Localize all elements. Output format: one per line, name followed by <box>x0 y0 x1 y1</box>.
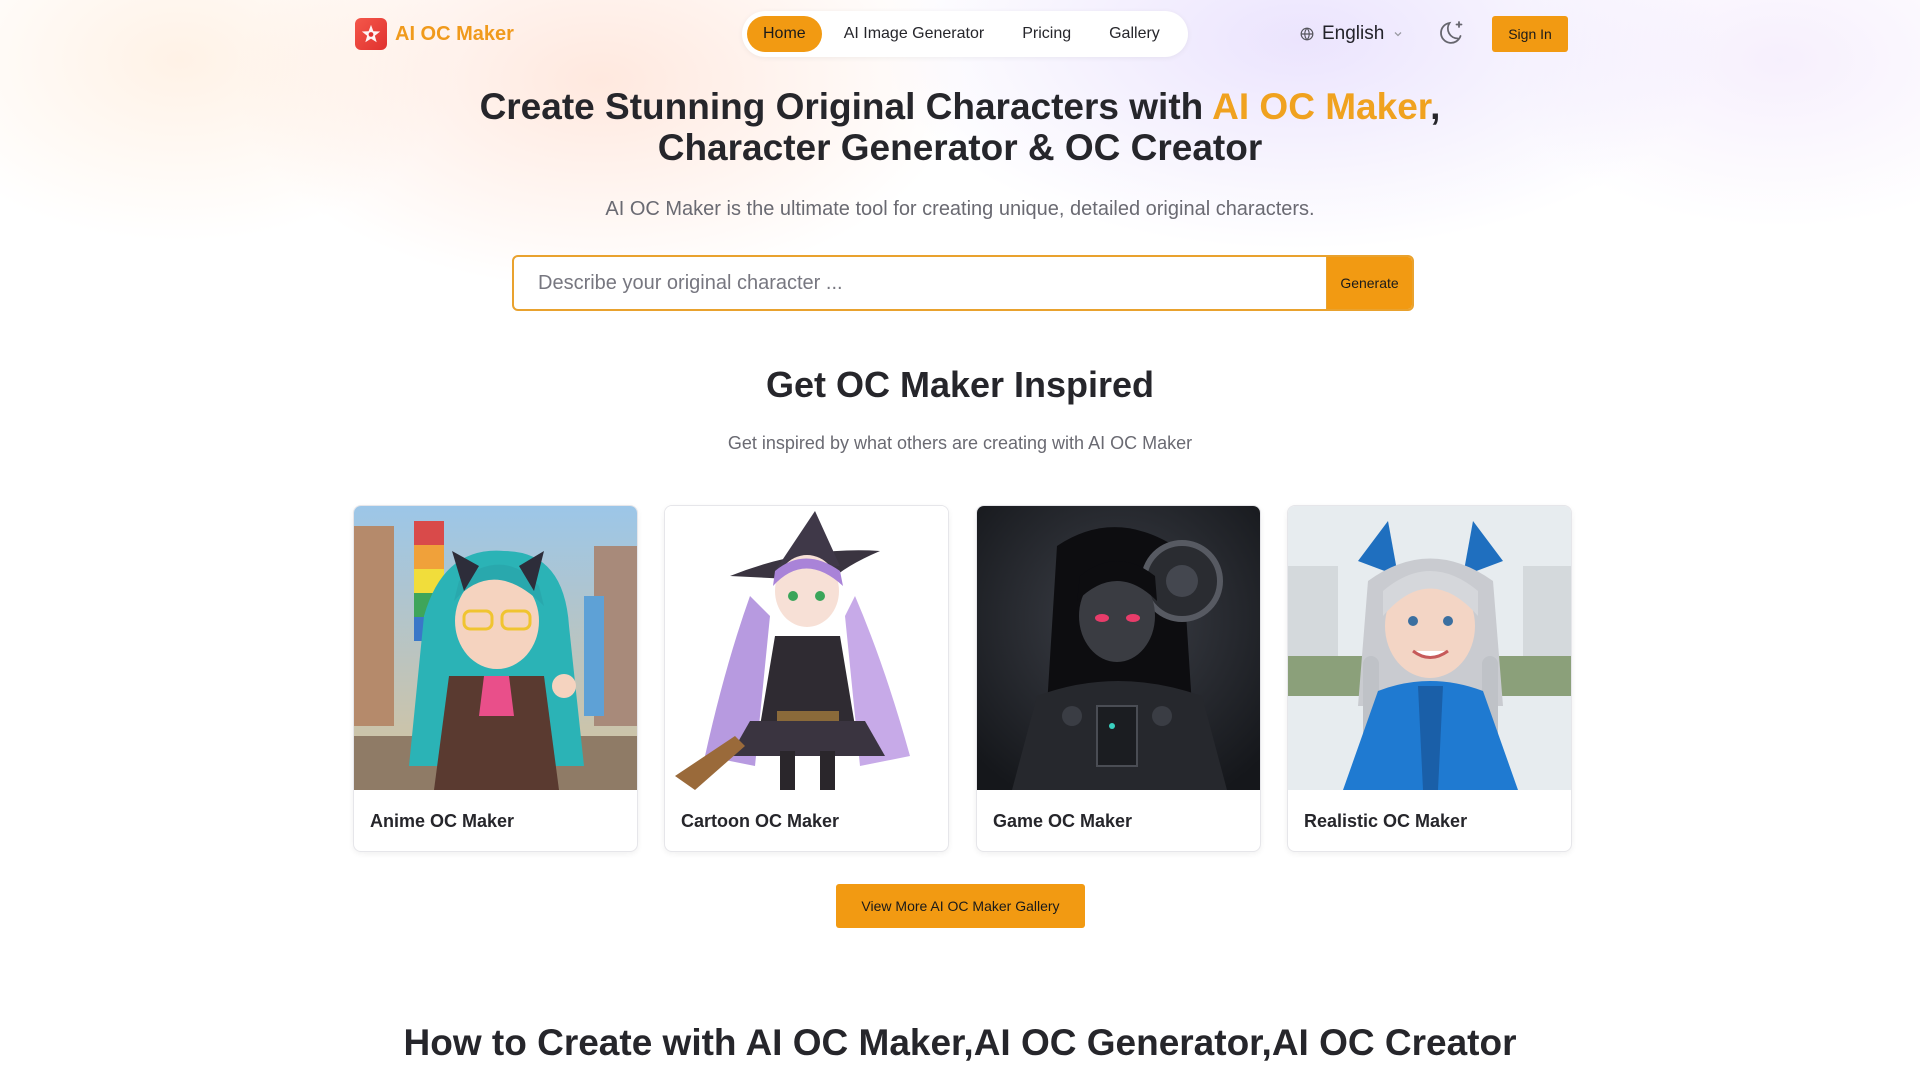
nav-ai-image-generator[interactable]: AI Image Generator <box>828 16 1001 52</box>
logo-link[interactable]: AI OC Maker <box>355 18 514 50</box>
card-label: Anime OC Maker <box>370 810 515 831</box>
moon-sparkle-icon <box>1440 21 1463 44</box>
nav-pricing[interactable]: Pricing <box>1006 16 1087 52</box>
site-header: AI OC Maker Home AI Image Generator Pric… <box>0 0 1920 68</box>
game-character-image <box>977 506 1260 790</box>
chevron-down-icon <box>1394 32 1402 37</box>
language-label: English <box>1322 23 1385 44</box>
language-selector[interactable]: English <box>1300 17 1404 51</box>
hero-subtitle: AI OC Maker is the ultimate tool for cre… <box>605 198 1315 220</box>
sign-in-button[interactable]: Sign In <box>1492 16 1568 52</box>
nav-gallery[interactable]: Gallery <box>1093 16 1176 52</box>
prompt-form: Generate <box>512 255 1414 311</box>
gallery-card-realistic[interactable]: Realistic OC Maker <box>1287 505 1572 852</box>
inspired-section-subtitle: Get inspired by what others are creating… <box>727 433 1193 453</box>
realistic-character-image <box>1288 506 1571 790</box>
brand-name: AI OC Maker <box>395 22 514 45</box>
character-description-input[interactable] <box>514 257 1326 309</box>
gallery-card-game[interactable]: Game OC Maker <box>976 505 1261 852</box>
theme-toggle-button[interactable] <box>1438 18 1470 50</box>
gallery-cards: Anime OC Maker Cartoon OC Maker Game OC … <box>353 505 1572 852</box>
globe-icon <box>1300 27 1314 41</box>
star-logo-icon <box>355 18 387 50</box>
card-label: Game OC Maker <box>993 810 1133 831</box>
generate-button[interactable]: Generate <box>1326 257 1412 309</box>
main-nav: Home AI Image Generator Pricing Gallery <box>742 11 1188 57</box>
gallery-card-cartoon[interactable]: Cartoon OC Maker <box>664 505 949 852</box>
card-label: Realistic OC Maker <box>1304 810 1468 831</box>
hero-title-highlight: AI OC Maker <box>1212 86 1431 127</box>
inspired-section-title: Get OC Maker Inspired <box>765 364 1155 405</box>
hero-title: Create Stunning Original Characters with… <box>460 86 1460 168</box>
card-label: Cartoon OC Maker <box>681 810 840 831</box>
how-to-section-title: How to Create with AI OC Maker,AI OC Gen… <box>403 1022 1517 1063</box>
nav-home[interactable]: Home <box>747 16 822 52</box>
view-more-gallery-button[interactable]: View More AI OC Maker Gallery <box>836 884 1085 928</box>
gallery-card-anime[interactable]: Anime OC Maker <box>353 505 638 852</box>
cartoon-character-image <box>665 506 948 790</box>
anime-character-image <box>354 506 637 790</box>
hero-title-part1: Create Stunning Original Characters with <box>479 86 1213 127</box>
